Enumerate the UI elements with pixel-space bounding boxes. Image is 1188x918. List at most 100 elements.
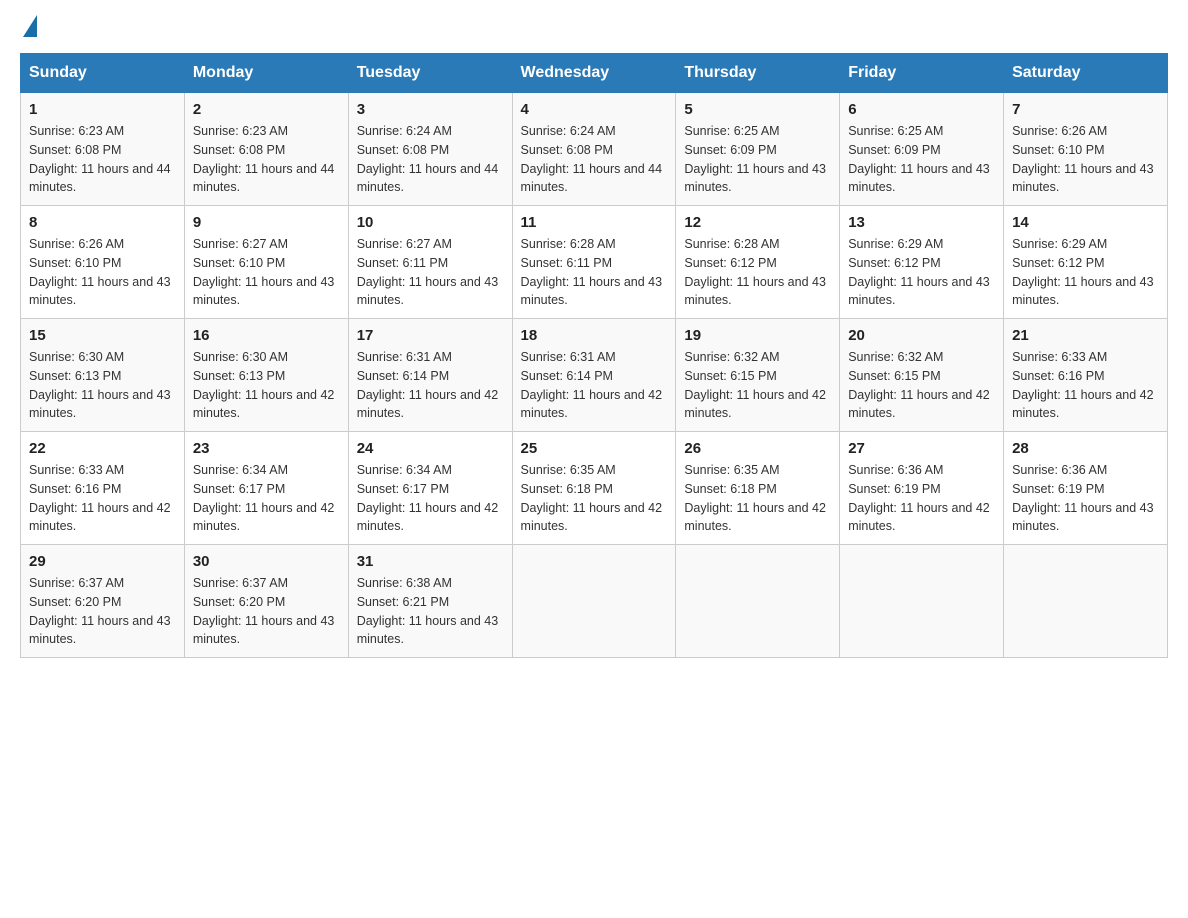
calendar-cell: 9 Sunrise: 6:27 AM Sunset: 6:10 PM Dayli… bbox=[184, 206, 348, 319]
calendar-cell: 25 Sunrise: 6:35 AM Sunset: 6:18 PM Dayl… bbox=[512, 432, 676, 545]
calendar-week-row: 1 Sunrise: 6:23 AM Sunset: 6:08 PM Dayli… bbox=[21, 93, 1168, 206]
day-number: 21 bbox=[1012, 327, 1159, 344]
calendar-header: Sunday Monday Tuesday Wednesday Thursday… bbox=[21, 54, 1168, 93]
day-info: Sunrise: 6:31 AM Sunset: 6:14 PM Dayligh… bbox=[521, 348, 668, 423]
day-info: Sunrise: 6:36 AM Sunset: 6:19 PM Dayligh… bbox=[848, 461, 995, 536]
calendar-cell: 22 Sunrise: 6:33 AM Sunset: 6:16 PM Dayl… bbox=[21, 432, 185, 545]
day-number: 10 bbox=[357, 214, 504, 231]
day-number: 8 bbox=[29, 214, 176, 231]
day-info: Sunrise: 6:34 AM Sunset: 6:17 PM Dayligh… bbox=[357, 461, 504, 536]
day-info: Sunrise: 6:34 AM Sunset: 6:17 PM Dayligh… bbox=[193, 461, 340, 536]
day-info: Sunrise: 6:26 AM Sunset: 6:10 PM Dayligh… bbox=[1012, 122, 1159, 197]
day-number: 22 bbox=[29, 440, 176, 457]
calendar-week-row: 29 Sunrise: 6:37 AM Sunset: 6:20 PM Dayl… bbox=[21, 545, 1168, 658]
day-info: Sunrise: 6:27 AM Sunset: 6:11 PM Dayligh… bbox=[357, 235, 504, 310]
day-number: 17 bbox=[357, 327, 504, 344]
calendar-cell: 28 Sunrise: 6:36 AM Sunset: 6:19 PM Dayl… bbox=[1004, 432, 1168, 545]
day-info: Sunrise: 6:23 AM Sunset: 6:08 PM Dayligh… bbox=[193, 122, 340, 197]
logo bbox=[20, 20, 37, 33]
day-number: 26 bbox=[684, 440, 831, 457]
calendar-cell: 14 Sunrise: 6:29 AM Sunset: 6:12 PM Dayl… bbox=[1004, 206, 1168, 319]
calendar-cell: 7 Sunrise: 6:26 AM Sunset: 6:10 PM Dayli… bbox=[1004, 93, 1168, 206]
day-info: Sunrise: 6:33 AM Sunset: 6:16 PM Dayligh… bbox=[1012, 348, 1159, 423]
day-number: 27 bbox=[848, 440, 995, 457]
calendar-cell: 16 Sunrise: 6:30 AM Sunset: 6:13 PM Dayl… bbox=[184, 319, 348, 432]
day-number: 6 bbox=[848, 101, 995, 118]
day-info: Sunrise: 6:35 AM Sunset: 6:18 PM Dayligh… bbox=[684, 461, 831, 536]
calendar-week-row: 22 Sunrise: 6:33 AM Sunset: 6:16 PM Dayl… bbox=[21, 432, 1168, 545]
calendar-cell: 27 Sunrise: 6:36 AM Sunset: 6:19 PM Dayl… bbox=[840, 432, 1004, 545]
day-number: 16 bbox=[193, 327, 340, 344]
calendar-cell: 30 Sunrise: 6:37 AM Sunset: 6:20 PM Dayl… bbox=[184, 545, 348, 658]
day-info: Sunrise: 6:27 AM Sunset: 6:10 PM Dayligh… bbox=[193, 235, 340, 310]
calendar-cell bbox=[840, 545, 1004, 658]
calendar-cell: 12 Sunrise: 6:28 AM Sunset: 6:12 PM Dayl… bbox=[676, 206, 840, 319]
calendar-cell: 1 Sunrise: 6:23 AM Sunset: 6:08 PM Dayli… bbox=[21, 93, 185, 206]
header-wednesday: Wednesday bbox=[512, 54, 676, 93]
day-info: Sunrise: 6:25 AM Sunset: 6:09 PM Dayligh… bbox=[684, 122, 831, 197]
calendar-cell bbox=[512, 545, 676, 658]
calendar-cell: 29 Sunrise: 6:37 AM Sunset: 6:20 PM Dayl… bbox=[21, 545, 185, 658]
calendar-cell bbox=[676, 545, 840, 658]
day-info: Sunrise: 6:24 AM Sunset: 6:08 PM Dayligh… bbox=[521, 122, 668, 197]
calendar-cell bbox=[1004, 545, 1168, 658]
calendar-cell: 6 Sunrise: 6:25 AM Sunset: 6:09 PM Dayli… bbox=[840, 93, 1004, 206]
calendar-week-row: 8 Sunrise: 6:26 AM Sunset: 6:10 PM Dayli… bbox=[21, 206, 1168, 319]
day-number: 9 bbox=[193, 214, 340, 231]
day-info: Sunrise: 6:26 AM Sunset: 6:10 PM Dayligh… bbox=[29, 235, 176, 310]
header-saturday: Saturday bbox=[1004, 54, 1168, 93]
day-number: 14 bbox=[1012, 214, 1159, 231]
day-number: 2 bbox=[193, 101, 340, 118]
calendar-week-row: 15 Sunrise: 6:30 AM Sunset: 6:13 PM Dayl… bbox=[21, 319, 1168, 432]
day-number: 11 bbox=[521, 214, 668, 231]
calendar-cell: 21 Sunrise: 6:33 AM Sunset: 6:16 PM Dayl… bbox=[1004, 319, 1168, 432]
day-info: Sunrise: 6:36 AM Sunset: 6:19 PM Dayligh… bbox=[1012, 461, 1159, 536]
day-number: 1 bbox=[29, 101, 176, 118]
calendar-cell: 13 Sunrise: 6:29 AM Sunset: 6:12 PM Dayl… bbox=[840, 206, 1004, 319]
calendar-cell: 4 Sunrise: 6:24 AM Sunset: 6:08 PM Dayli… bbox=[512, 93, 676, 206]
day-number: 13 bbox=[848, 214, 995, 231]
day-number: 15 bbox=[29, 327, 176, 344]
day-number: 29 bbox=[29, 553, 176, 570]
day-number: 30 bbox=[193, 553, 340, 570]
header-tuesday: Tuesday bbox=[348, 54, 512, 93]
day-number: 23 bbox=[193, 440, 340, 457]
day-number: 28 bbox=[1012, 440, 1159, 457]
day-info: Sunrise: 6:31 AM Sunset: 6:14 PM Dayligh… bbox=[357, 348, 504, 423]
calendar-cell: 2 Sunrise: 6:23 AM Sunset: 6:08 PM Dayli… bbox=[184, 93, 348, 206]
day-number: 24 bbox=[357, 440, 504, 457]
calendar-table: Sunday Monday Tuesday Wednesday Thursday… bbox=[20, 53, 1168, 658]
header bbox=[20, 20, 1168, 33]
calendar-cell: 26 Sunrise: 6:35 AM Sunset: 6:18 PM Dayl… bbox=[676, 432, 840, 545]
calendar-cell: 19 Sunrise: 6:32 AM Sunset: 6:15 PM Dayl… bbox=[676, 319, 840, 432]
day-info: Sunrise: 6:24 AM Sunset: 6:08 PM Dayligh… bbox=[357, 122, 504, 197]
day-info: Sunrise: 6:29 AM Sunset: 6:12 PM Dayligh… bbox=[1012, 235, 1159, 310]
day-info: Sunrise: 6:25 AM Sunset: 6:09 PM Dayligh… bbox=[848, 122, 995, 197]
day-number: 20 bbox=[848, 327, 995, 344]
calendar-cell: 23 Sunrise: 6:34 AM Sunset: 6:17 PM Dayl… bbox=[184, 432, 348, 545]
day-info: Sunrise: 6:35 AM Sunset: 6:18 PM Dayligh… bbox=[521, 461, 668, 536]
calendar-cell: 18 Sunrise: 6:31 AM Sunset: 6:14 PM Dayl… bbox=[512, 319, 676, 432]
calendar-cell: 20 Sunrise: 6:32 AM Sunset: 6:15 PM Dayl… bbox=[840, 319, 1004, 432]
day-info: Sunrise: 6:28 AM Sunset: 6:12 PM Dayligh… bbox=[684, 235, 831, 310]
calendar-body: 1 Sunrise: 6:23 AM Sunset: 6:08 PM Dayli… bbox=[21, 93, 1168, 658]
day-number: 3 bbox=[357, 101, 504, 118]
day-number: 12 bbox=[684, 214, 831, 231]
calendar-cell: 8 Sunrise: 6:26 AM Sunset: 6:10 PM Dayli… bbox=[21, 206, 185, 319]
day-number: 18 bbox=[521, 327, 668, 344]
calendar-cell: 24 Sunrise: 6:34 AM Sunset: 6:17 PM Dayl… bbox=[348, 432, 512, 545]
day-number: 19 bbox=[684, 327, 831, 344]
calendar-cell: 10 Sunrise: 6:27 AM Sunset: 6:11 PM Dayl… bbox=[348, 206, 512, 319]
day-number: 4 bbox=[521, 101, 668, 118]
day-number: 31 bbox=[357, 553, 504, 570]
day-number: 7 bbox=[1012, 101, 1159, 118]
day-info: Sunrise: 6:37 AM Sunset: 6:20 PM Dayligh… bbox=[193, 574, 340, 649]
day-number: 5 bbox=[684, 101, 831, 118]
header-thursday: Thursday bbox=[676, 54, 840, 93]
day-info: Sunrise: 6:30 AM Sunset: 6:13 PM Dayligh… bbox=[29, 348, 176, 423]
day-info: Sunrise: 6:38 AM Sunset: 6:21 PM Dayligh… bbox=[357, 574, 504, 649]
header-row: Sunday Monday Tuesday Wednesday Thursday… bbox=[21, 54, 1168, 93]
calendar-cell: 11 Sunrise: 6:28 AM Sunset: 6:11 PM Dayl… bbox=[512, 206, 676, 319]
day-info: Sunrise: 6:33 AM Sunset: 6:16 PM Dayligh… bbox=[29, 461, 176, 536]
calendar-cell: 15 Sunrise: 6:30 AM Sunset: 6:13 PM Dayl… bbox=[21, 319, 185, 432]
